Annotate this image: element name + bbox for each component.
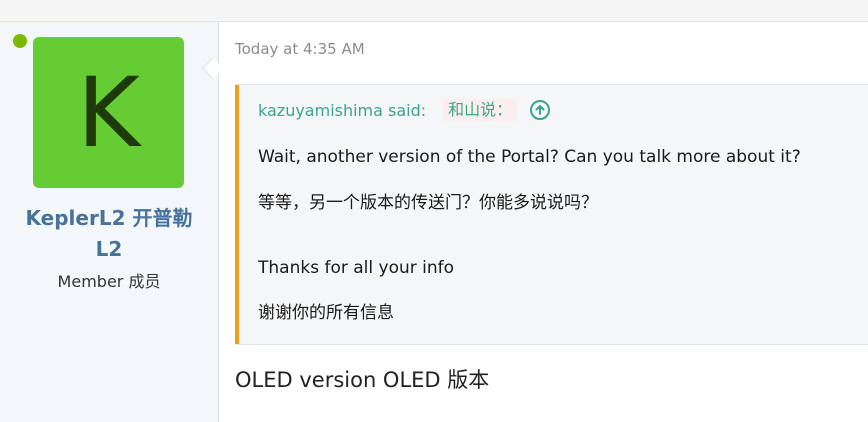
avatar[interactable]: K (33, 37, 184, 188)
quote-divider (235, 344, 868, 345)
arrow-up-circle-icon[interactable] (530, 100, 551, 120)
quote-line: Wait, another version of the Portal? Can… (258, 147, 801, 167)
user-title: Member 成员 (57, 272, 161, 291)
online-status-indicator (13, 34, 27, 48)
post-timestamp[interactable]: Today at 4:35 AM (235, 40, 365, 58)
quote-block: kazuyamishima said: 和山说： Wait, another v… (235, 85, 868, 344)
quote-author-link[interactable]: kazuyamishima said: (258, 101, 426, 120)
quote-line: 等等，另一个版本的传送门？你能多说说吗？ (258, 193, 598, 213)
quote-header: kazuyamishima said: 和山说： (258, 99, 551, 121)
quote-line: Thanks for all your info (258, 258, 455, 278)
top-strip (0, 0, 868, 22)
username-link[interactable]: KeplerL2 开普勒 L2 (10, 203, 208, 265)
message-body: OLED version OLED 版本 (235, 368, 490, 392)
quote-author-translation: 和山说： (442, 99, 519, 121)
quote-line: 谢谢你的所有信息 (258, 303, 394, 323)
